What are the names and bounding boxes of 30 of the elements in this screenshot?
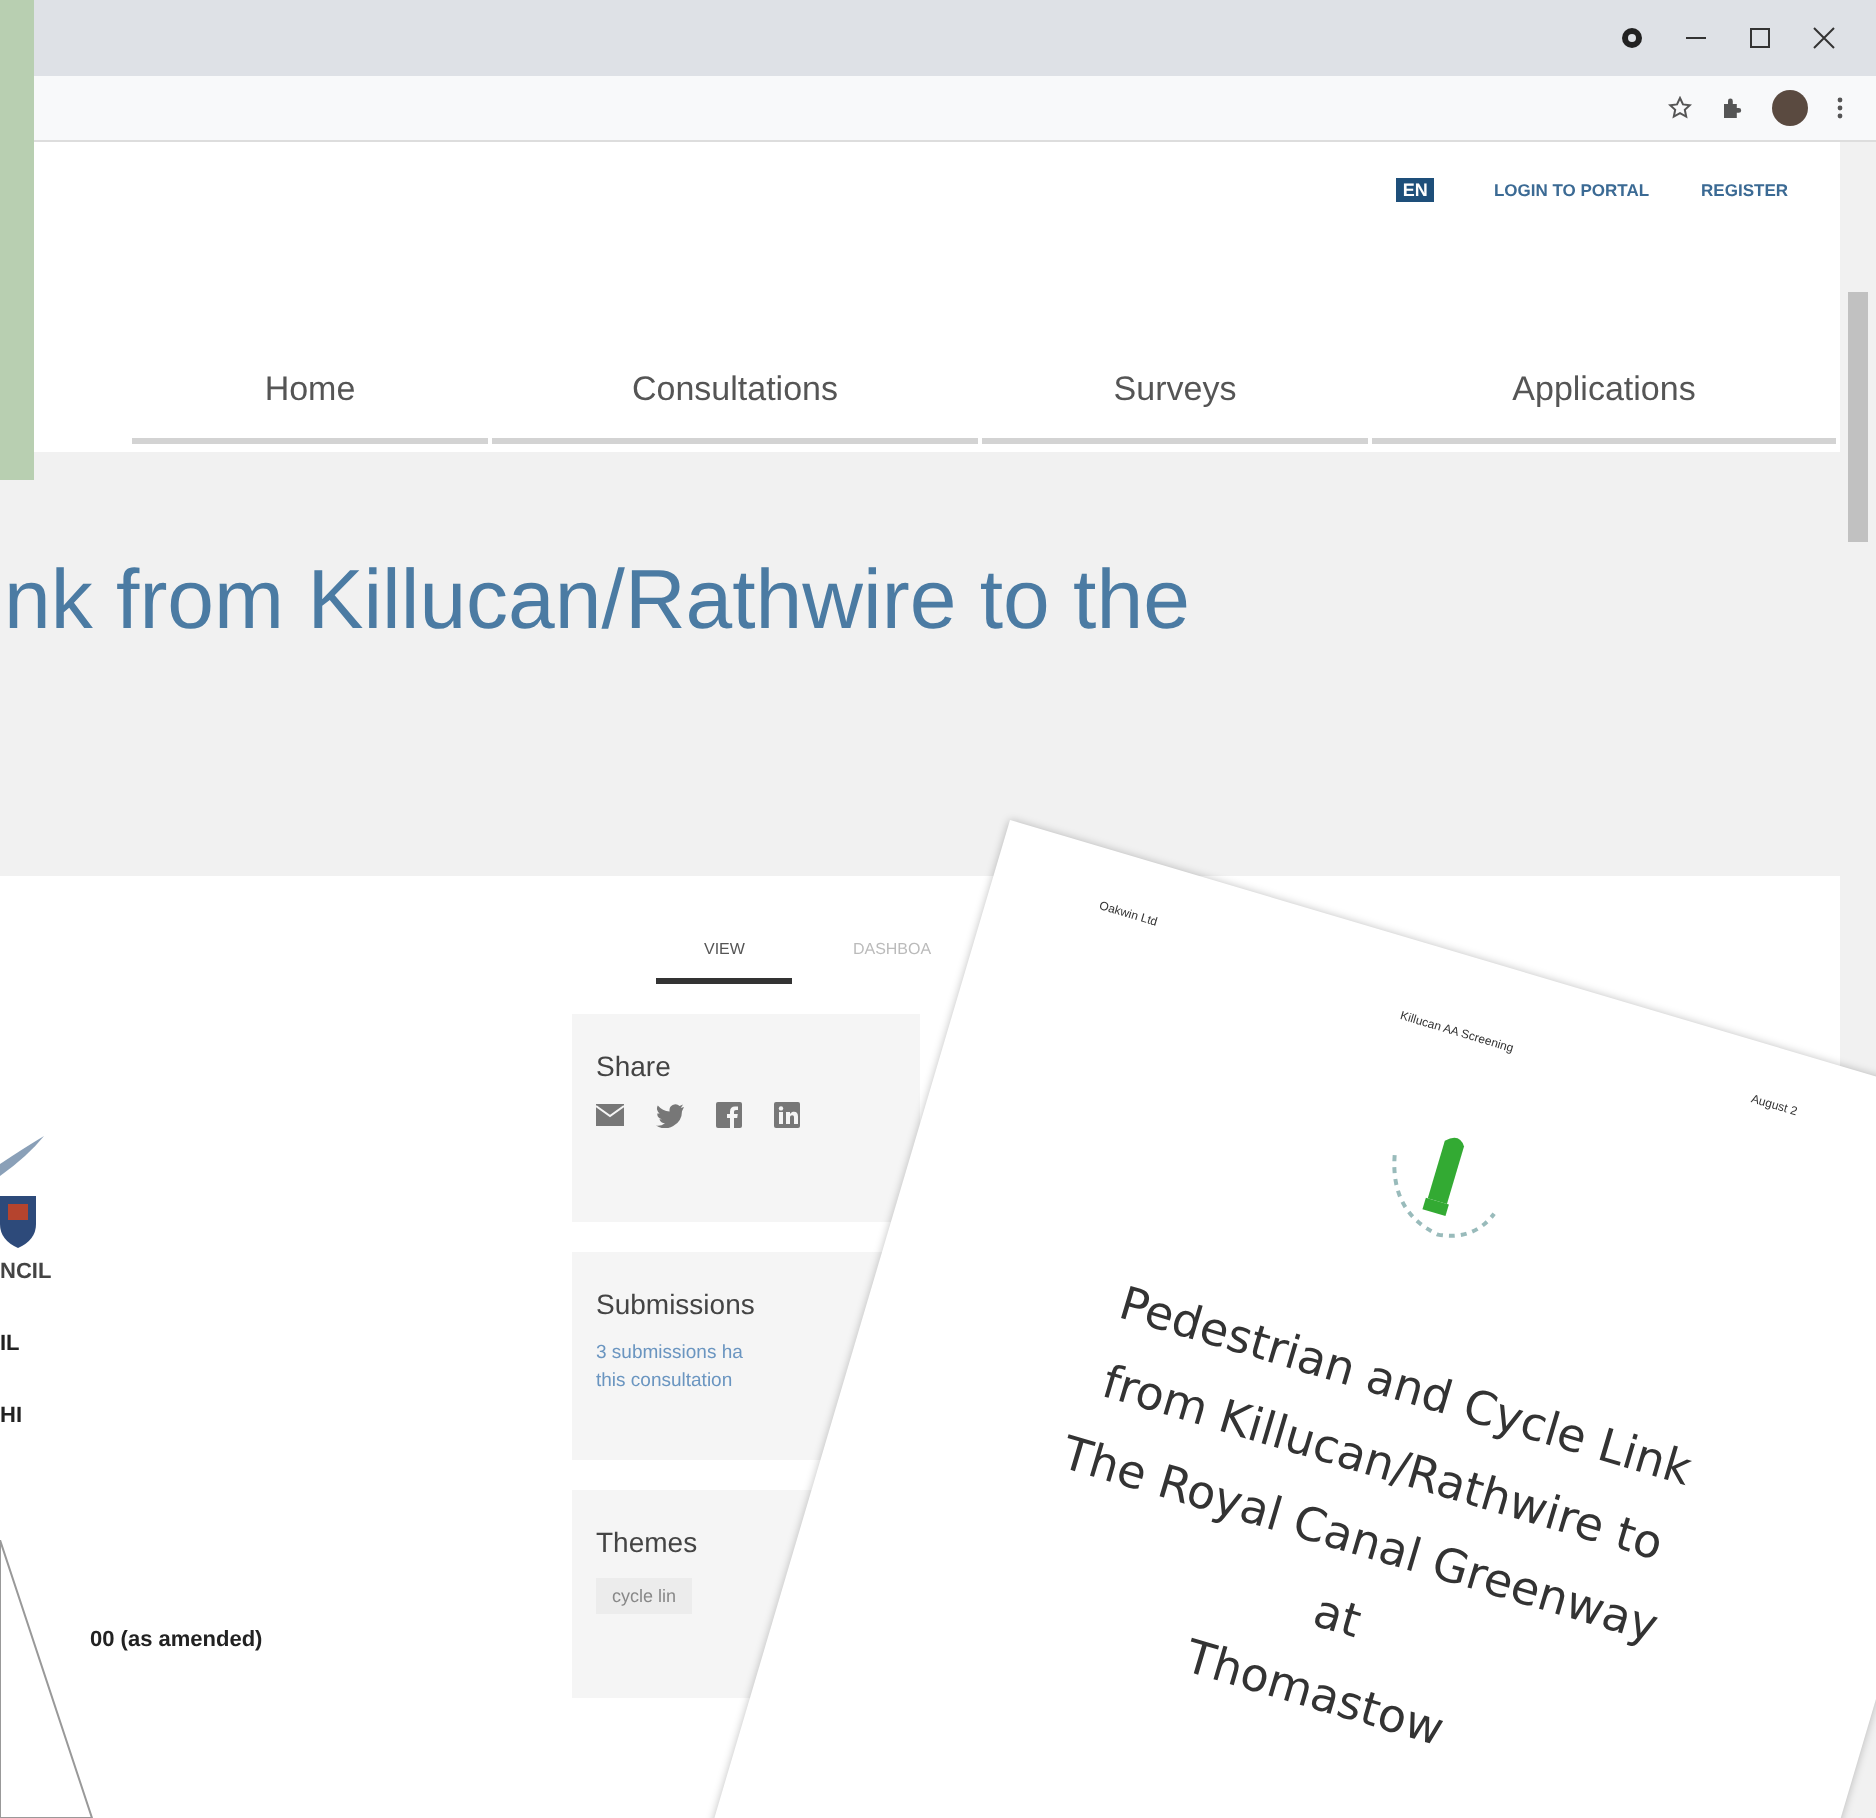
close-icon[interactable] [1812,26,1836,50]
council-name: NCIL [0,1260,52,1284]
header-link[interactable]: REGISTER [1701,180,1788,200]
document-title-line: at [1307,1584,1367,1650]
nav-link[interactable]: Surveys [982,362,1368,444]
facebook-icon[interactable] [716,1102,742,1128]
council-text: IL [0,1332,20,1356]
nav-link[interactable]: Home [132,362,488,444]
maximize-icon[interactable] [1748,26,1772,50]
panel-title: Themes [596,1526,700,1558]
twitter-icon[interactable] [656,1103,684,1127]
more-icon[interactable] [1836,96,1844,120]
panel-title: Share [596,1050,673,1082]
puzzle-icon[interactable] [1720,96,1744,120]
council-text: HI [0,1404,22,1428]
language-badge[interactable]: EN [1396,178,1434,202]
nav-link[interactable]: Applications [1372,362,1836,444]
scrollbar-thumb[interactable] [1848,292,1868,542]
crest-icon [0,1136,44,1252]
star-icon[interactable] [1668,96,1692,120]
avatar-icon[interactable] [1772,90,1808,126]
linkedin-icon[interactable] [774,1102,800,1128]
panel-title: Submissions [596,1288,757,1320]
view-tab[interactable]: VIEW [656,940,793,984]
record-icon[interactable] [1620,26,1644,50]
page-title: nk from Killucan/Rathwire to the [4,552,1190,648]
legislation-text: 00 (as amended) [90,1628,263,1652]
header-link[interactable]: LOGIN TO PORTAL [1493,180,1650,200]
nav-link[interactable]: Consultations [492,362,978,444]
email-icon[interactable] [596,1104,624,1126]
